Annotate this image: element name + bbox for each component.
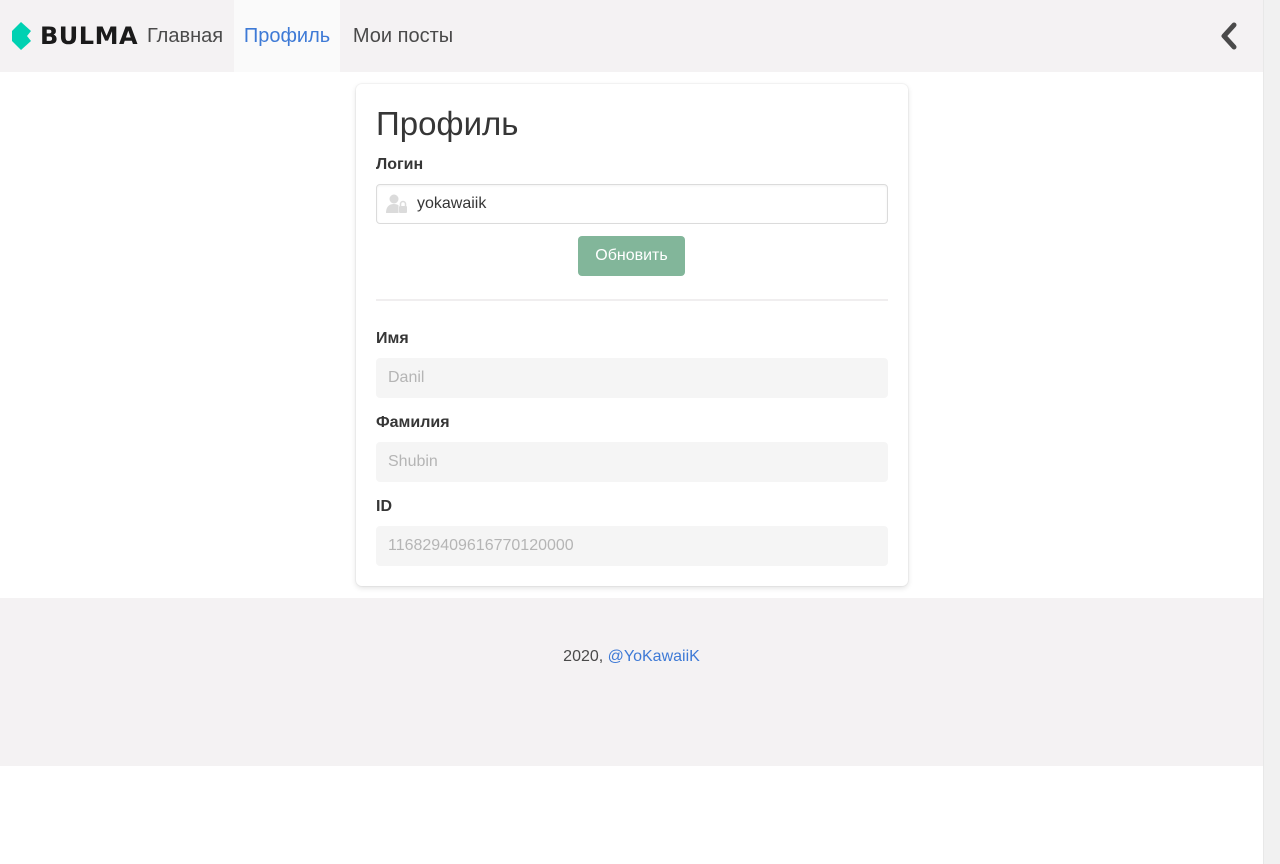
page: BULMA Главная Профиль Мои посты Профиль … xyxy=(0,0,1263,864)
vertical-scrollbar[interactable] xyxy=(1263,0,1280,864)
chevron-left-icon xyxy=(1221,22,1237,50)
footer-text: 2020, @YoKawaiiK xyxy=(0,648,1263,666)
id-field[interactable]: 116829409616770120000 xyxy=(376,526,888,566)
last-name-label: Фамилия xyxy=(376,414,450,431)
back-button[interactable] xyxy=(1217,20,1241,52)
update-button[interactable]: Обновить xyxy=(578,236,685,276)
section-divider xyxy=(376,299,888,301)
footer-year: 2020, xyxy=(563,648,608,665)
page-title: Профиль xyxy=(376,105,519,142)
last-name-field[interactable]: Shubin xyxy=(376,442,888,482)
profile-card: Профиль Логин yokawaiik Обновить Имя Dan… xyxy=(356,84,908,586)
footer: 2020, @YoKawaiiK xyxy=(0,598,1263,766)
brand-logo[interactable]: BULMA xyxy=(12,0,138,72)
bulma-logo-icon xyxy=(12,22,31,50)
nav-item-profile[interactable]: Профиль xyxy=(234,0,340,72)
login-input[interactable]: yokawaiik xyxy=(376,184,888,224)
login-label: Логин xyxy=(376,156,424,173)
navbar: BULMA Главная Профиль Мои посты xyxy=(0,0,1263,72)
user-lock-icon xyxy=(386,194,407,213)
first-name-field[interactable]: Danil xyxy=(376,358,888,398)
first-name-label: Имя xyxy=(376,330,409,347)
id-label: ID xyxy=(376,498,392,515)
footer-author-link[interactable]: @YoKawaiiK xyxy=(608,648,700,665)
nav-item-home[interactable]: Главная xyxy=(136,0,234,72)
nav-item-my-posts[interactable]: Мои посты xyxy=(340,0,466,72)
brand-name: BULMA xyxy=(40,22,139,50)
login-value: yokawaiik xyxy=(417,195,487,212)
